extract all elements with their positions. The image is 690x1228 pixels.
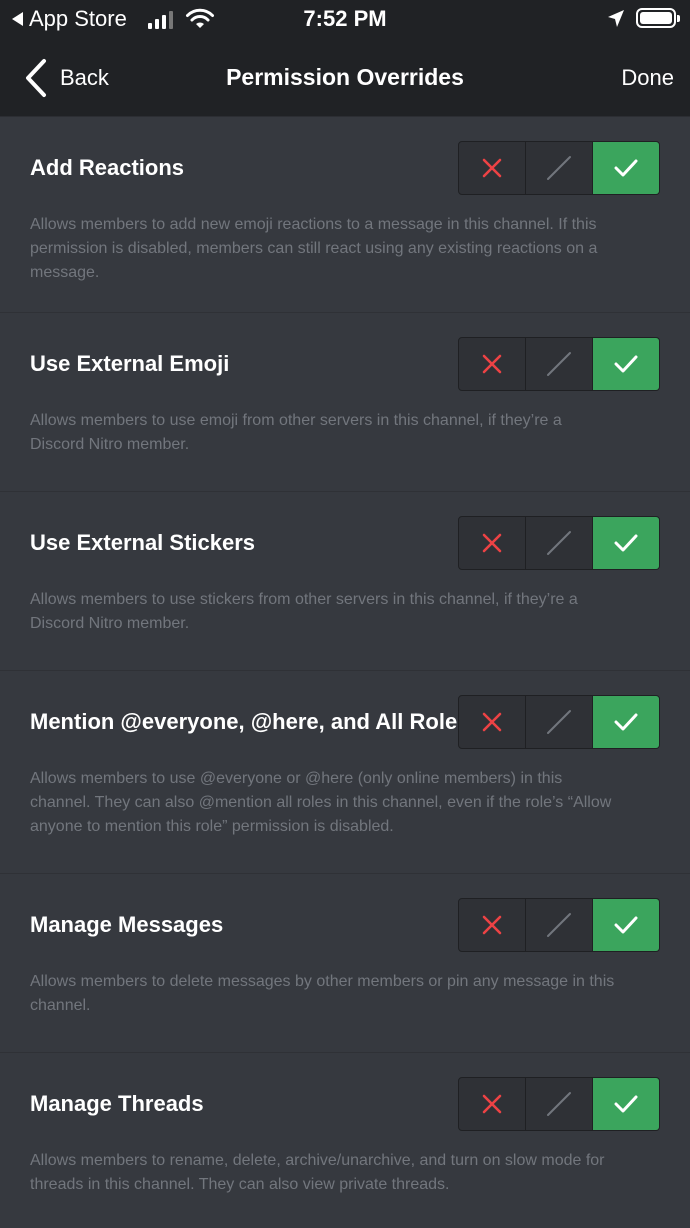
description-line: Allows members to use stickers from othe… xyxy=(30,591,578,608)
permission-row: Use External Stickers Allows members to u… xyxy=(0,491,690,670)
description-line: Allows members to use @everyone or @here… xyxy=(30,770,563,787)
permission-name: Use External Stickers xyxy=(30,530,256,555)
check-icon xyxy=(614,916,638,934)
slash-icon xyxy=(547,710,571,734)
done-button[interactable]: Done xyxy=(621,65,674,91)
description-line: Discord Nitro member. xyxy=(30,436,190,453)
permission-name: Manage Threads xyxy=(30,1091,204,1116)
x-icon xyxy=(482,915,502,935)
permission-description: Allows members to use emoji from other s… xyxy=(30,409,662,457)
permission-description: Allows members to delete messages by oth… xyxy=(30,970,662,1018)
description-line: Allows members to use emoji from other s… xyxy=(30,412,562,429)
slash-icon xyxy=(547,531,571,555)
slash-icon xyxy=(547,352,571,376)
allow-button[interactable] xyxy=(592,142,659,194)
permission-toggle xyxy=(458,898,660,952)
deny-button[interactable] xyxy=(459,1078,525,1130)
neutral-button[interactable] xyxy=(525,1078,592,1130)
battery-icon xyxy=(636,8,680,28)
neutral-button[interactable] xyxy=(525,517,592,569)
permission-name: Manage Messages xyxy=(30,912,224,937)
x-icon xyxy=(482,533,502,553)
permission-toggle xyxy=(458,516,660,570)
slash-icon xyxy=(547,913,571,937)
permission-row: Manage Threads Allows members to rename, … xyxy=(0,1052,690,1228)
description-line: permission is disabled, members can stil… xyxy=(30,240,598,257)
permission-name: Add Reactions xyxy=(30,155,185,180)
navigation-bar: Back Permission Overrides Done xyxy=(0,40,690,117)
description-line: Allows members to add new emoji reaction… xyxy=(30,216,597,233)
permission-row: Mention @everyone, @here, and All Roles A… xyxy=(0,670,690,873)
status-time: 7:52 PM xyxy=(303,6,387,31)
allow-button[interactable] xyxy=(592,696,659,748)
allow-button[interactable] xyxy=(592,517,659,569)
description-line: anyone to mention this role” permission … xyxy=(30,818,394,835)
location-arrow-icon xyxy=(608,10,624,27)
permission-toggle xyxy=(458,337,660,391)
x-icon xyxy=(482,1094,502,1114)
description-line: Allows members to delete messages by oth… xyxy=(30,973,615,990)
back-button[interactable]: Back xyxy=(24,58,109,98)
neutral-button[interactable] xyxy=(525,338,592,390)
permission-description: Allows members to use @everyone or @here… xyxy=(30,767,662,839)
chevron-left-icon xyxy=(26,59,46,97)
description-line: Allows members to rename, delete, archiv… xyxy=(30,1152,605,1169)
neutral-button[interactable] xyxy=(525,696,592,748)
check-icon xyxy=(614,159,638,177)
allow-button[interactable] xyxy=(592,338,659,390)
description-line: threads in this channel. They can also v… xyxy=(30,1176,450,1193)
check-icon xyxy=(614,355,638,373)
allow-button[interactable] xyxy=(592,899,659,951)
permission-description: Allows members to add new emoji reaction… xyxy=(30,213,662,285)
x-icon xyxy=(482,158,502,178)
neutral-button[interactable] xyxy=(525,142,592,194)
description-line: Discord Nitro member. xyxy=(30,615,190,632)
permission-list: Add Reactions Allows members to add new e… xyxy=(0,117,690,1228)
deny-button[interactable] xyxy=(459,338,525,390)
deny-button[interactable] xyxy=(459,142,525,194)
slash-icon xyxy=(547,1092,571,1116)
permission-row: Use External Emoji Allows members to use … xyxy=(0,312,690,491)
permission-row: Manage Messages Allows members to delete … xyxy=(0,873,690,1052)
permission-name: Use External Emoji xyxy=(30,351,230,376)
description-line: channel. xyxy=(30,997,91,1014)
back-label: Back xyxy=(60,65,109,90)
permission-toggle xyxy=(458,1077,660,1131)
x-icon xyxy=(482,354,502,374)
permission-name: Mention @everyone, @here, and All Roles xyxy=(30,709,470,734)
deny-button[interactable] xyxy=(459,696,525,748)
permission-description: Allows members to use stickers from othe… xyxy=(30,588,662,636)
permission-toggle xyxy=(458,695,660,749)
permission-row: Add Reactions Allows members to add new e… xyxy=(0,117,690,312)
permission-description: Allows members to rename, delete, archiv… xyxy=(30,1149,662,1197)
description-line: channel. They can also @mention all role… xyxy=(30,794,612,811)
check-icon xyxy=(614,1095,638,1113)
permission-toggle xyxy=(458,141,660,195)
neutral-button[interactable] xyxy=(525,899,592,951)
deny-button[interactable] xyxy=(459,899,525,951)
status-bar: App Store 7:52 PM xyxy=(0,0,690,40)
check-icon xyxy=(614,534,638,552)
slash-icon xyxy=(547,156,571,180)
check-icon xyxy=(614,713,638,731)
description-line: message. xyxy=(30,264,100,281)
x-icon xyxy=(482,712,502,732)
allow-button[interactable] xyxy=(592,1078,659,1130)
deny-button[interactable] xyxy=(459,517,525,569)
